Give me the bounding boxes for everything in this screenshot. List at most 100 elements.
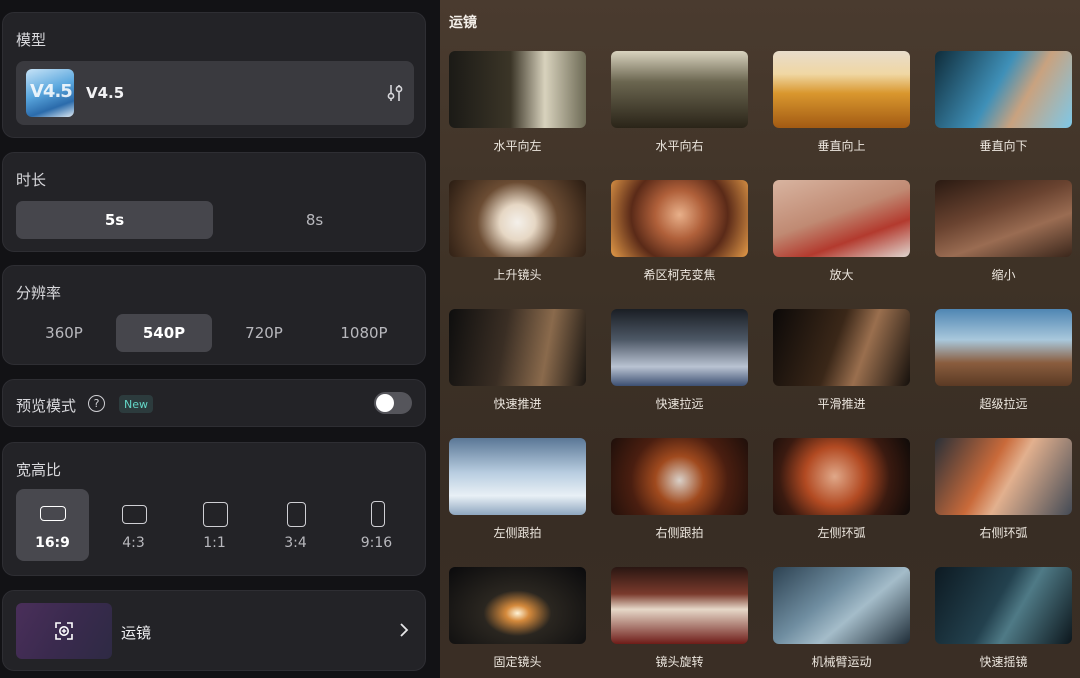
camera-option-tile[interactable]: 镜头旋转 (611, 567, 748, 669)
resolution-card: 分辨率 360P 540P 720P 1080P (2, 265, 426, 365)
aspect-option-3-4[interactable]: 3:4 (259, 489, 332, 561)
aspect-label: 9:16 (360, 535, 393, 551)
resolution-option-720p[interactable]: 720P (216, 314, 312, 352)
model-name: V4.5 (86, 84, 125, 102)
camera-option-tile[interactable]: 缩小 (935, 180, 1072, 282)
model-thumbnail: V4.5 (26, 69, 74, 117)
preview-image (449, 309, 586, 386)
camera-option-tile[interactable]: 快速摇镜 (935, 567, 1072, 669)
new-badge: New (119, 395, 153, 413)
preview-image (611, 438, 748, 515)
camera-move-panel: 运镜 水平向左 水平向右 垂直向上 垂直向下 上升镜头 希区柯克变焦 放大 缩小… (440, 0, 1080, 678)
preview-image (773, 567, 910, 644)
camera-option-tile[interactable]: 快速拉远 (611, 309, 748, 411)
camera-move-card[interactable]: 运镜 (2, 590, 426, 671)
aspect-label: 4:3 (122, 535, 145, 551)
camera-option-label: 垂直向下 (979, 139, 1028, 153)
preview-image (449, 567, 586, 644)
preview-image (449, 180, 586, 257)
ratio-16-9-icon (40, 506, 66, 521)
preview-image (449, 438, 586, 515)
preview-image (935, 51, 1072, 128)
camera-option-label: 希区柯克变焦 (643, 268, 716, 282)
aspect-option-4-3[interactable]: 4:3 (97, 489, 170, 561)
camera-option-label: 快速拉远 (655, 397, 704, 411)
camera-option-label: 放大 (829, 268, 854, 282)
ratio-4-3-icon (122, 505, 147, 524)
camera-option-label: 平滑推进 (817, 397, 866, 411)
preview-image (935, 438, 1072, 515)
preview-mode-card: 预览模式 ? New (2, 379, 426, 427)
camera-option-tile[interactable]: 右侧跟拍 (611, 438, 748, 540)
camera-option-tile[interactable]: 希区柯克变焦 (611, 180, 748, 282)
camera-option-tile[interactable]: 垂直向下 (935, 51, 1072, 153)
camera-option-tile[interactable]: 右侧环弧 (935, 438, 1072, 540)
camera-option-tile[interactable]: 固定镜头 (449, 567, 586, 669)
preview-image (773, 180, 910, 257)
camera-option-tile[interactable]: 机械臂运动 (773, 567, 910, 669)
preview-image (773, 438, 910, 515)
duration-option-8s[interactable]: 8s (216, 201, 413, 239)
ratio-1-1-icon (203, 502, 228, 527)
preview-mode-label: 预览模式 (16, 397, 77, 415)
aspect-label: 1:1 (203, 535, 226, 551)
camera-option-label: 缩小 (991, 268, 1016, 282)
camera-option-tile[interactable]: 水平向左 (449, 51, 586, 153)
camera-option-tile[interactable]: 平滑推进 (773, 309, 910, 411)
camera-option-label: 水平向右 (655, 139, 704, 153)
model-card: 模型 V4.5 V4.5 (2, 12, 426, 138)
camera-option-label: 超级拉远 (979, 397, 1028, 411)
resolution-option-360p[interactable]: 360P (16, 314, 112, 352)
duration-option-5s[interactable]: 5s (16, 201, 213, 239)
resolution-section-label: 分辨率 (16, 284, 62, 302)
camera-option-tile[interactable]: 垂直向上 (773, 51, 910, 153)
chevron-right-icon (400, 623, 409, 637)
resolution-option-540p[interactable]: 540P (116, 314, 212, 352)
sliders-icon[interactable] (386, 83, 404, 103)
camera-option-label: 快速推进 (493, 397, 542, 411)
camera-option-label: 左侧跟拍 (493, 526, 542, 540)
model-selector[interactable]: V4.5 V4.5 (16, 61, 414, 125)
toggle-knob (376, 394, 394, 412)
camera-option-label: 右侧跟拍 (655, 526, 704, 540)
preview-image (935, 180, 1072, 257)
preview-image (611, 51, 748, 128)
preview-mode-toggle[interactable] (374, 392, 412, 414)
camera-option-tile[interactable]: 超级拉远 (935, 309, 1072, 411)
camera-option-tile[interactable]: 上升镜头 (449, 180, 586, 282)
settings-panel: 模型 V4.5 V4.5 时长 5s 8s 分辨率 360P 540P 720P… (0, 0, 440, 678)
camera-move-label: 运镜 (121, 624, 152, 642)
aspect-option-16-9[interactable]: 16:9 (16, 489, 89, 561)
preview-image (935, 309, 1072, 386)
aspect-ratio-card: 宽高比 16:9 4:3 1:1 3:4 9:16 (2, 442, 426, 576)
model-section-label: 模型 (16, 31, 47, 49)
camera-option-tile[interactable]: 快速推进 (449, 309, 586, 411)
ratio-9-16-icon (371, 501, 385, 527)
camera-option-tile[interactable]: 放大 (773, 180, 910, 282)
camera-option-label: 镜头旋转 (655, 655, 704, 669)
camera-option-tile[interactable]: 左侧环弧 (773, 438, 910, 540)
camera-option-label: 垂直向上 (817, 139, 866, 153)
camera-option-label: 右侧环弧 (979, 526, 1028, 540)
camera-option-tile[interactable]: 左侧跟拍 (449, 438, 586, 540)
aspect-section-label: 宽高比 (16, 461, 62, 479)
camera-option-label: 左侧环弧 (817, 526, 866, 540)
camera-option-tile[interactable]: 水平向右 (611, 51, 748, 153)
question-circle-icon[interactable]: ? (88, 395, 105, 412)
camera-option-label: 上升镜头 (493, 268, 542, 282)
resolution-option-1080p[interactable]: 1080P (316, 314, 412, 352)
aspect-label: 16:9 (35, 535, 70, 551)
preview-image (935, 567, 1072, 644)
panel-title: 运镜 (449, 15, 477, 31)
duration-card: 时长 5s 8s (2, 152, 426, 252)
preview-image (773, 51, 910, 128)
aspect-option-9-16[interactable]: 9:16 (340, 489, 413, 561)
aspect-option-1-1[interactable]: 1:1 (178, 489, 251, 561)
preview-image (773, 309, 910, 386)
camera-option-label: 快速摇镜 (979, 655, 1028, 669)
camera-option-label: 固定镜头 (493, 655, 542, 669)
focus-plus-icon (55, 622, 73, 640)
preview-image (611, 180, 748, 257)
preview-image (611, 309, 748, 386)
ratio-3-4-icon (287, 502, 306, 527)
